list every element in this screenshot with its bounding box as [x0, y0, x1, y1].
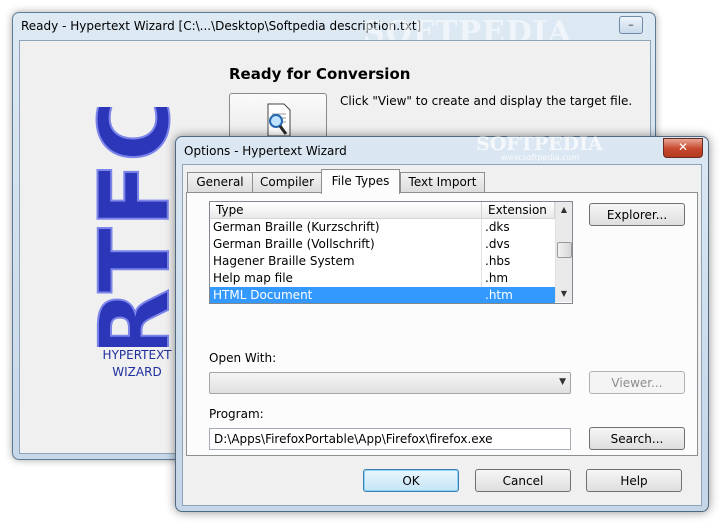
close-button[interactable]: ✕ [663, 138, 703, 158]
list-item-type: Hagener Braille System [210, 253, 482, 270]
scroll-up-arrow-icon[interactable]: ▲ [556, 202, 572, 218]
cancel-button[interactable]: Cancel [475, 469, 571, 492]
tab-compiler[interactable]: Compiler [252, 172, 322, 193]
tab-file-types[interactable]: File Types [321, 169, 400, 194]
minimize-button[interactable]: – [619, 16, 643, 34]
chevron-down-icon: ▼ [559, 377, 566, 387]
open-with-dropdown[interactable]: ▼ [209, 372, 571, 394]
list-item-type: German Braille (Vollschrift) [210, 236, 482, 253]
dialog-watermark: SOFTPEDIA [476, 133, 603, 155]
options-dialog: Options - Hypertext Wizard SOFTPEDIA www… [175, 133, 709, 512]
list-item-extension: .dks [485, 220, 510, 234]
rtfc-logo: RTFC [90, 107, 180, 347]
file-types-list[interactable]: Type Extension German Braille (Kurzschri… [209, 201, 573, 304]
list-item-type: HTML Document [210, 287, 482, 303]
column-header-extension[interactable]: Extension [482, 202, 555, 219]
dialog-title: Options - Hypertext Wizard [184, 144, 347, 158]
program-input[interactable]: D:\Apps\FirefoxPortable\App\Firefox\fire… [209, 428, 571, 450]
dialog-watermark-url: www.softpedia.com [501, 153, 580, 162]
ready-heading: Ready for Conversion [229, 65, 411, 83]
search-button[interactable]: Search... [589, 427, 685, 450]
scroll-down-arrow-icon[interactable]: ▼ [556, 286, 572, 302]
list-item-type: Help map file [210, 270, 482, 287]
rtfc-logo-text: RTFC [90, 107, 180, 347]
list-item-extension: .hbs [485, 254, 511, 268]
list-item-extension: .dvs [485, 237, 510, 251]
list-item-type: German Braille (Kurzschrift) [210, 219, 482, 236]
scroll-thumb[interactable] [557, 242, 572, 258]
help-button[interactable]: Help [586, 469, 682, 492]
open-with-label: Open With: [209, 351, 277, 365]
tab-general[interactable]: General [187, 172, 253, 193]
explorer-button[interactable]: Explorer... [589, 203, 685, 226]
ready-description: Click "View" to create and display the t… [340, 94, 633, 108]
list-item[interactable]: Hagener Braille System .hbs [210, 253, 555, 270]
list-item[interactable]: German Braille (Vollschrift) .dvs [210, 236, 555, 253]
list-item-extension: .htm [485, 288, 513, 302]
viewer-button[interactable]: Viewer... [589, 371, 685, 394]
list-item[interactable]: German Braille (Kurzschrift) .dks [210, 219, 555, 236]
minimize-icon: – [628, 18, 634, 31]
list-item-extension: .hm [485, 271, 509, 285]
list-scrollbar[interactable]: ▲ ▼ [555, 202, 572, 302]
ok-button[interactable]: OK [363, 469, 459, 492]
list-item[interactable]: Help map file .hm [210, 270, 555, 287]
column-header-type[interactable]: Type [210, 202, 482, 219]
file-types-panel: Type Extension German Braille (Kurzschri… [186, 192, 698, 456]
main-window-title: Ready - Hypertext Wizard [C:\...\Desktop… [21, 19, 422, 33]
tab-text-import[interactable]: Text Import [400, 172, 485, 193]
list-item-selected[interactable]: HTML Document .htm [210, 287, 555, 303]
program-label: Program: [209, 407, 264, 421]
close-icon: ✕ [677, 140, 689, 154]
dialog-client: General Compiler File Types Text Import … [182, 164, 702, 506]
